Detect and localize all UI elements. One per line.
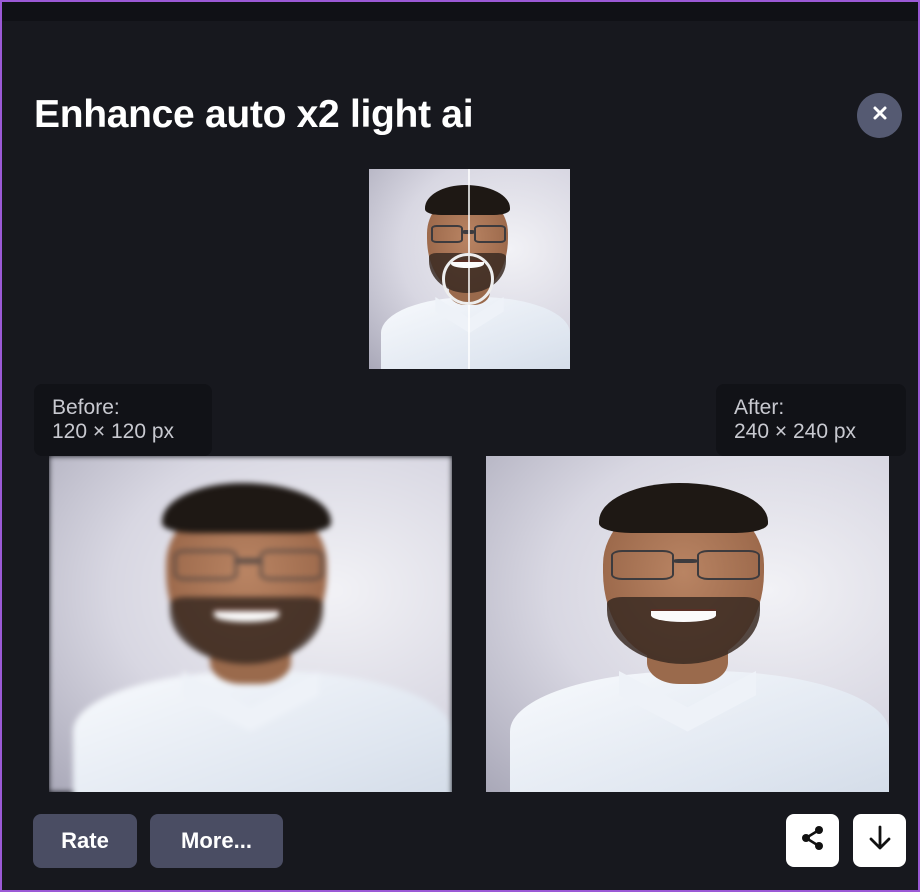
after-image: [486, 456, 889, 792]
before-label-box: Before: 120 × 120 px: [34, 384, 212, 456]
after-label-box: After: 240 × 240 px: [716, 384, 906, 456]
top-bar: [2, 2, 918, 21]
dialog-title: Enhance auto x2 light ai: [34, 93, 474, 136]
before-heading: Before:: [52, 396, 120, 419]
share-button[interactable]: [786, 814, 839, 867]
more-button[interactable]: More...: [150, 814, 283, 868]
after-size: 240 × 240 px: [734, 420, 857, 443]
before-size: 120 × 120 px: [52, 420, 175, 443]
close-button[interactable]: [857, 93, 902, 138]
after-heading: After:: [734, 396, 785, 419]
rate-button[interactable]: Rate: [33, 814, 137, 868]
compare-slider-handle[interactable]: [442, 253, 494, 305]
close-icon: [871, 104, 889, 127]
before-image: [49, 456, 452, 792]
download-icon: [866, 824, 894, 857]
share-icon: [799, 824, 827, 857]
download-button[interactable]: [853, 814, 906, 867]
